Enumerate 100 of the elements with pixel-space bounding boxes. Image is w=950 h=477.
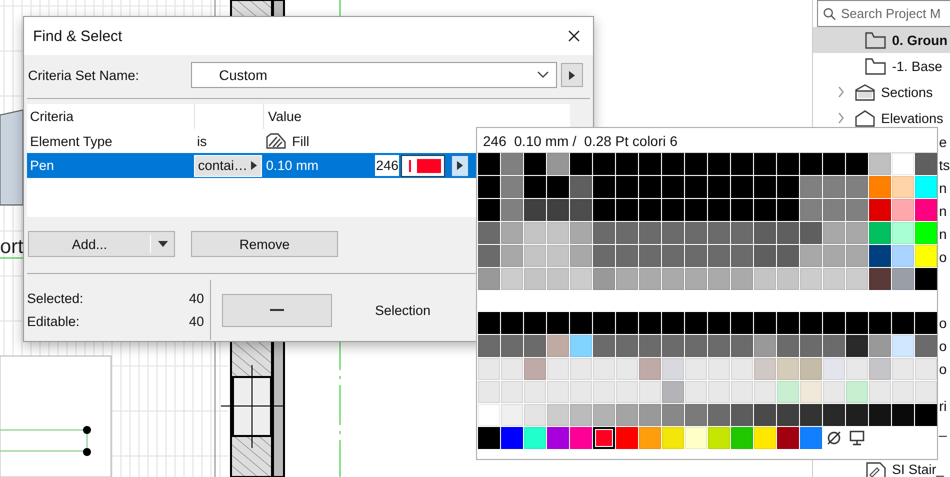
- arrow-button[interactable]: [561, 63, 583, 87]
- color-swatch[interactable]: [593, 268, 615, 290]
- color-swatch[interactable]: [662, 245, 684, 267]
- color-swatch[interactable]: [800, 268, 822, 290]
- color-swatch[interactable]: [823, 335, 845, 357]
- color-swatch[interactable]: [823, 245, 845, 267]
- color-swatch[interactable]: [777, 404, 799, 426]
- color-swatch[interactable]: [639, 176, 661, 198]
- color-swatch[interactable]: [800, 176, 822, 198]
- color-swatch[interactable]: [616, 222, 638, 244]
- color-swatch[interactable]: [547, 381, 569, 403]
- color-swatch[interactable]: [708, 404, 730, 426]
- color-swatch[interactable]: [662, 335, 684, 357]
- color-swatch[interactable]: [708, 199, 730, 221]
- color-swatch[interactable]: [708, 222, 730, 244]
- operator-button[interactable]: contai…: [194, 154, 262, 176]
- color-swatch[interactable]: [639, 312, 661, 334]
- color-swatch[interactable]: [685, 268, 707, 290]
- tree-item[interactable]: SI Stair_: [813, 461, 944, 477]
- color-swatch[interactable]: [639, 335, 661, 357]
- color-swatch[interactable]: [570, 427, 592, 449]
- color-swatch[interactable]: [662, 312, 684, 334]
- color-swatch[interactable]: [547, 222, 569, 244]
- color-swatch[interactable]: [662, 268, 684, 290]
- color-swatch[interactable]: [685, 427, 707, 449]
- color-swatch[interactable]: [754, 427, 776, 449]
- color-swatch[interactable]: [547, 153, 569, 175]
- color-swatch[interactable]: [754, 358, 776, 380]
- color-swatch[interactable]: [570, 245, 592, 267]
- color-swatch[interactable]: [846, 404, 868, 426]
- color-swatch[interactable]: [708, 427, 730, 449]
- color-swatch[interactable]: [731, 245, 753, 267]
- color-swatch[interactable]: [754, 381, 776, 403]
- color-swatch[interactable]: [662, 153, 684, 175]
- color-swatch[interactable]: [777, 222, 799, 244]
- color-swatch[interactable]: [915, 335, 937, 357]
- color-swatch[interactable]: [616, 358, 638, 380]
- color-swatch[interactable]: [501, 268, 523, 290]
- color-swatch[interactable]: [639, 358, 661, 380]
- color-swatch[interactable]: [731, 427, 753, 449]
- tree-item[interactable]: Elevations: [813, 105, 950, 131]
- color-swatch[interactable]: [869, 245, 891, 267]
- color-swatch[interactable]: [800, 427, 822, 449]
- color-swatch[interactable]: [754, 404, 776, 426]
- color-swatch[interactable]: [593, 153, 615, 175]
- color-swatch[interactable]: [478, 381, 500, 403]
- color-swatch[interactable]: [892, 404, 914, 426]
- color-swatch[interactable]: [800, 312, 822, 334]
- color-swatch[interactable]: [685, 199, 707, 221]
- color-swatch[interactable]: [823, 358, 845, 380]
- color-swatch[interactable]: [547, 312, 569, 334]
- color-swatch[interactable]: [616, 153, 638, 175]
- color-swatch[interactable]: [915, 245, 937, 267]
- color-swatch[interactable]: [685, 245, 707, 267]
- color-swatch[interactable]: [754, 268, 776, 290]
- color-swatch[interactable]: [823, 312, 845, 334]
- color-swatch[interactable]: [777, 335, 799, 357]
- color-swatch[interactable]: [731, 358, 753, 380]
- color-swatch[interactable]: [593, 427, 615, 449]
- color-swatch[interactable]: [800, 199, 822, 221]
- color-swatch[interactable]: [547, 245, 569, 267]
- color-swatch[interactable]: [478, 245, 500, 267]
- deselect-button[interactable]: [222, 294, 332, 326]
- color-swatch[interactable]: [524, 335, 546, 357]
- color-swatch[interactable]: [639, 404, 661, 426]
- color-swatch[interactable]: [915, 199, 937, 221]
- color-swatch[interactable]: [639, 427, 661, 449]
- color-swatch[interactable]: [777, 268, 799, 290]
- color-swatch[interactable]: [639, 381, 661, 403]
- color-swatch[interactable]: [547, 427, 569, 449]
- color-swatch[interactable]: [800, 153, 822, 175]
- color-swatch[interactable]: [524, 176, 546, 198]
- color-swatch[interactable]: [777, 358, 799, 380]
- color-swatch[interactable]: [616, 268, 638, 290]
- color-swatch[interactable]: [616, 199, 638, 221]
- color-swatch[interactable]: [846, 381, 868, 403]
- color-swatch[interactable]: [754, 176, 776, 198]
- color-swatch[interactable]: [524, 404, 546, 426]
- color-swatch[interactable]: [846, 153, 868, 175]
- color-swatch[interactable]: [570, 335, 592, 357]
- color-swatch[interactable]: [685, 358, 707, 380]
- color-swatch[interactable]: [754, 312, 776, 334]
- color-swatch[interactable]: [869, 222, 891, 244]
- color-swatch[interactable]: [524, 222, 546, 244]
- color-swatch[interactable]: [547, 335, 569, 357]
- color-swatch[interactable]: [501, 199, 523, 221]
- color-swatch[interactable]: [708, 312, 730, 334]
- color-swatch[interactable]: [823, 222, 845, 244]
- color-swatch[interactable]: [616, 312, 638, 334]
- color-swatch[interactable]: [915, 312, 937, 334]
- color-swatch[interactable]: [524, 381, 546, 403]
- color-swatch[interactable]: [570, 358, 592, 380]
- color-swatch[interactable]: [708, 268, 730, 290]
- color-swatch[interactable]: [823, 268, 845, 290]
- color-swatch[interactable]: [639, 153, 661, 175]
- color-swatch[interactable]: [892, 153, 914, 175]
- color-swatch[interactable]: [662, 404, 684, 426]
- color-swatch[interactable]: [685, 176, 707, 198]
- color-swatch[interactable]: [570, 176, 592, 198]
- color-swatch[interactable]: [639, 199, 661, 221]
